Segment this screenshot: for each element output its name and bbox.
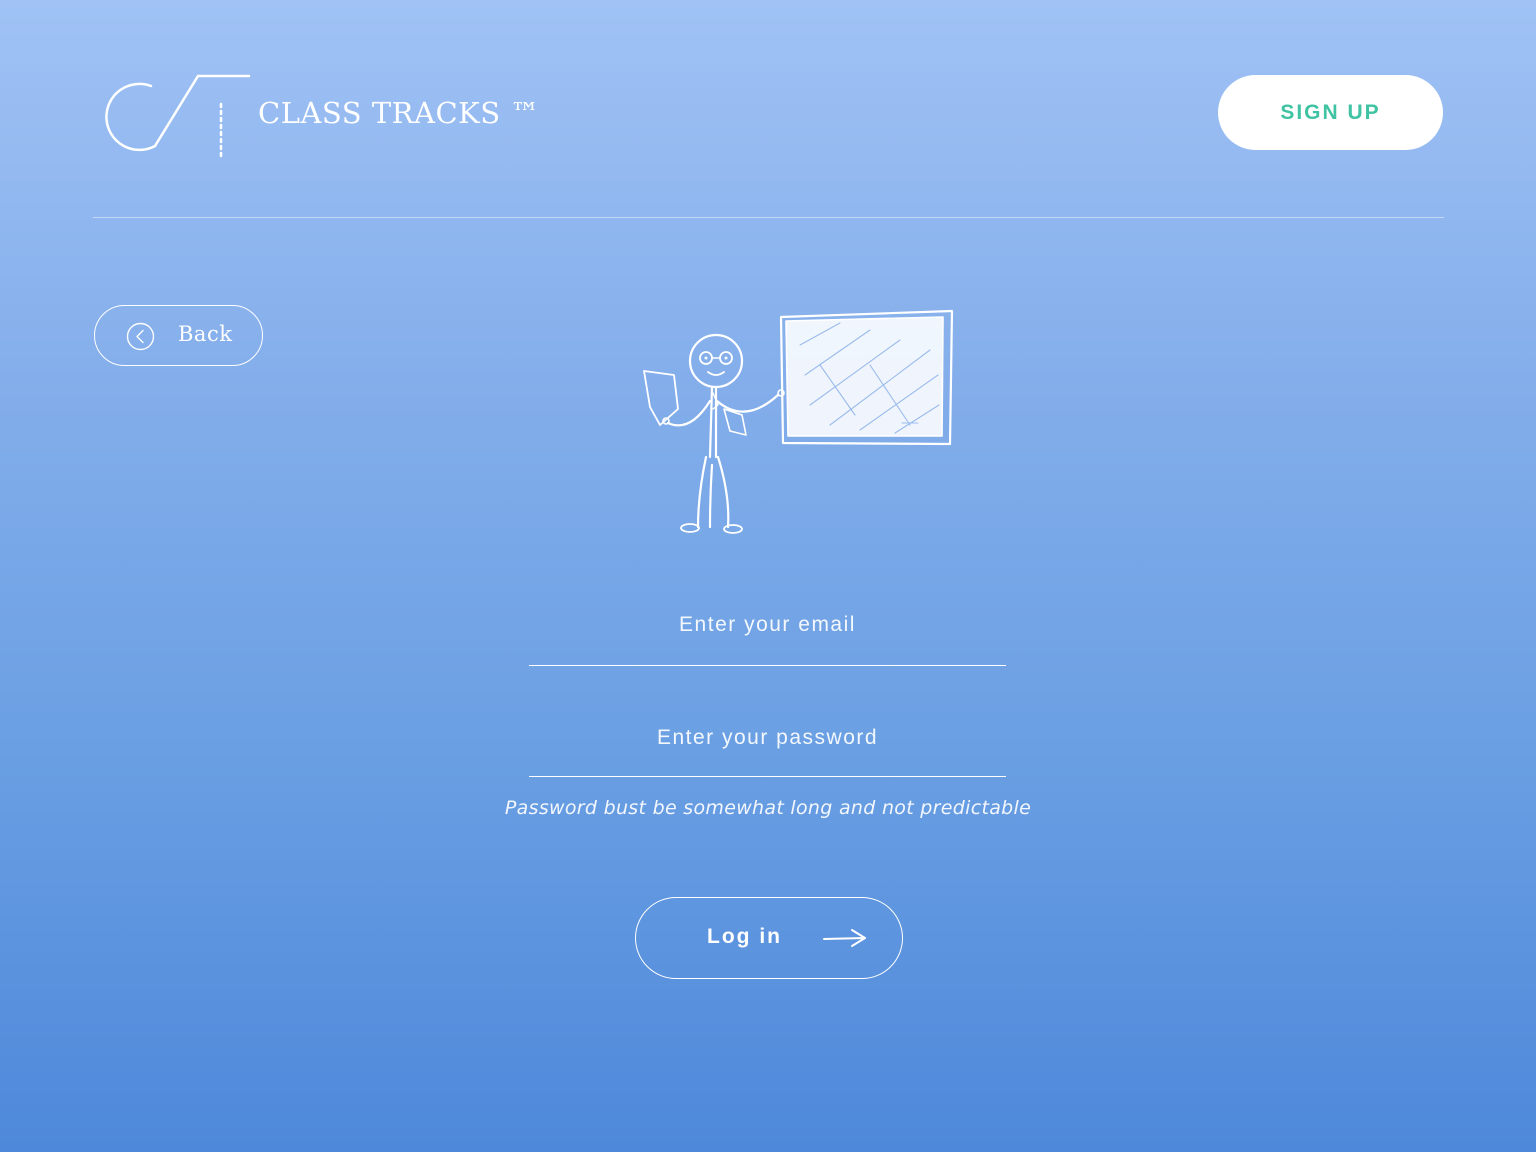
password-hint: Password bust be somewhat long and not p… <box>504 797 1032 819</box>
email-input[interactable] <box>529 606 1006 666</box>
back-button[interactable]: Back <box>94 305 263 366</box>
password-field-wrapper <box>529 720 1006 777</box>
header-divider <box>93 217 1444 218</box>
back-label: Back <box>178 322 233 346</box>
log-in-button[interactable]: Log in <box>635 897 903 979</box>
chevron-left-circle-icon <box>126 322 155 351</box>
sign-up-button[interactable]: SIGN UP <box>1218 75 1443 150</box>
arrow-right-icon <box>823 929 866 947</box>
ct-logo-icon <box>105 74 251 158</box>
brand-name: CLASS TRACKS ™ <box>258 96 540 130</box>
log-in-label: Log in <box>707 925 782 948</box>
teacher-blackboard-illustration <box>643 309 954 534</box>
password-input[interactable] <box>529 720 1006 777</box>
email-field-wrapper <box>529 606 1006 666</box>
